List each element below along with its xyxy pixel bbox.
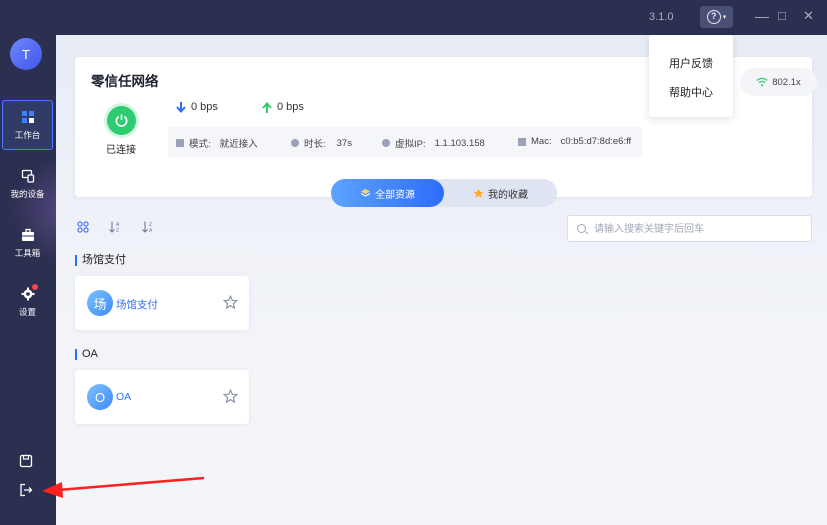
help-icon: ? — [706, 10, 721, 24]
menu-item-feedback[interactable]: 用户反馈 — [649, 55, 733, 71]
group-title: OA — [75, 349, 98, 360]
sidebar-item-workbench[interactable]: 工作台 — [2, 100, 53, 150]
devices-icon — [20, 168, 36, 184]
favorite-star-icon[interactable] — [223, 389, 238, 404]
resource-search — [567, 215, 812, 242]
tab-all-resources[interactable]: 全部资源 — [331, 179, 444, 207]
close-button[interactable]: ✕ — [803, 8, 814, 24]
resource-name: OA — [116, 391, 132, 403]
connection-status: 已连接 — [106, 145, 136, 156]
network-title: 零信任网络 — [91, 74, 159, 89]
sidebar-item-devices[interactable]: 我的设备 — [2, 159, 53, 209]
sidebar-item-label: 工具箱 — [14, 248, 41, 258]
ip-icon — [382, 139, 390, 147]
sidebar: T 工作台 我的设备 工具箱 设置 — [0, 35, 56, 525]
mac-stat: Mac: c0:b5:d7:8d:e6:ff — [518, 136, 631, 147]
group-title: 场馆支付 — [75, 255, 126, 266]
wifi-auth-label: 802.1x — [772, 76, 801, 88]
sidebar-item-settings[interactable]: 设置 — [2, 277, 53, 327]
title-bar: 3.1.0 ? ▾ — □ ✕ — [0, 0, 827, 35]
menu-item-help-center[interactable]: 帮助中心 — [649, 84, 733, 100]
power-icon — [115, 114, 128, 127]
power-button[interactable] — [107, 106, 136, 135]
minimize-button[interactable]: — — [755, 8, 769, 24]
resource-tabs: 全部资源 我的收藏 — [331, 179, 557, 207]
layers-icon — [360, 188, 371, 197]
monitor-icon — [518, 137, 526, 146]
resource-name: 场馆支付 — [116, 299, 158, 311]
avatar[interactable]: T — [10, 38, 42, 70]
sidebar-item-toolbox[interactable]: 工具箱 — [2, 218, 53, 268]
sidebar-item-label: 工作台 — [14, 130, 41, 140]
virtual-ip-stat: 虚拟IP: 1.1.103.158 — [382, 136, 485, 150]
tab-my-favorites[interactable]: 我的收藏 — [444, 179, 557, 207]
upload-speed: 0 bps — [262, 101, 304, 113]
notification-dot — [31, 284, 38, 290]
settings-icon — [20, 284, 38, 302]
download-arrow-icon — [176, 101, 186, 113]
star-filled-icon — [473, 188, 484, 198]
sort-ascending-icon[interactable]: AZ — [109, 221, 122, 236]
mode-stat: 模式: 就近接入 — [176, 136, 258, 150]
wifi-icon — [756, 77, 768, 87]
connection-stats: 模式: 就近接入 时长: 37s 虚拟IP: 1.1.103.158 Mac: … — [168, 127, 642, 157]
toolbox-icon — [20, 227, 36, 243]
grid-view-icon[interactable] — [77, 221, 89, 236]
clock-icon — [291, 139, 299, 147]
help-dropdown-menu: 用户反馈 帮助中心 — [649, 35, 733, 117]
sidebar-item-label: 设置 — [18, 307, 36, 317]
svg-text:A: A — [149, 228, 153, 233]
logout-icon[interactable] — [19, 483, 35, 499]
workbench-icon — [20, 109, 36, 125]
sidebar-item-label: 我的设备 — [10, 189, 45, 199]
maximize-button[interactable]: □ — [778, 8, 786, 24]
search-input[interactable] — [594, 221, 804, 237]
resource-card[interactable]: O OA — [75, 370, 249, 424]
sort-descending-icon[interactable]: ZA — [142, 221, 155, 236]
svg-text:Z: Z — [116, 228, 119, 233]
help-menu-button[interactable]: ? ▾ — [700, 6, 733, 28]
resource-card[interactable]: 场 场馆支付 — [75, 276, 249, 330]
search-icon — [577, 224, 586, 233]
save-icon[interactable] — [19, 454, 35, 470]
chevron-down-icon: ▾ — [722, 14, 727, 21]
version-label: 3.1.0 — [649, 11, 674, 23]
favorite-star-icon[interactable] — [223, 295, 238, 310]
mode-icon — [176, 139, 184, 147]
resource-icon: O — [87, 384, 113, 410]
upload-arrow-icon — [262, 101, 272, 113]
upload-speed-value: 0 bps — [277, 101, 304, 113]
resource-icon: 场 — [87, 290, 113, 316]
duration-stat: 时长: 37s — [291, 136, 352, 150]
download-speed: 0 bps — [176, 101, 218, 113]
wifi-auth-badge[interactable]: 802.1x — [740, 68, 817, 96]
download-speed-value: 0 bps — [191, 101, 218, 113]
